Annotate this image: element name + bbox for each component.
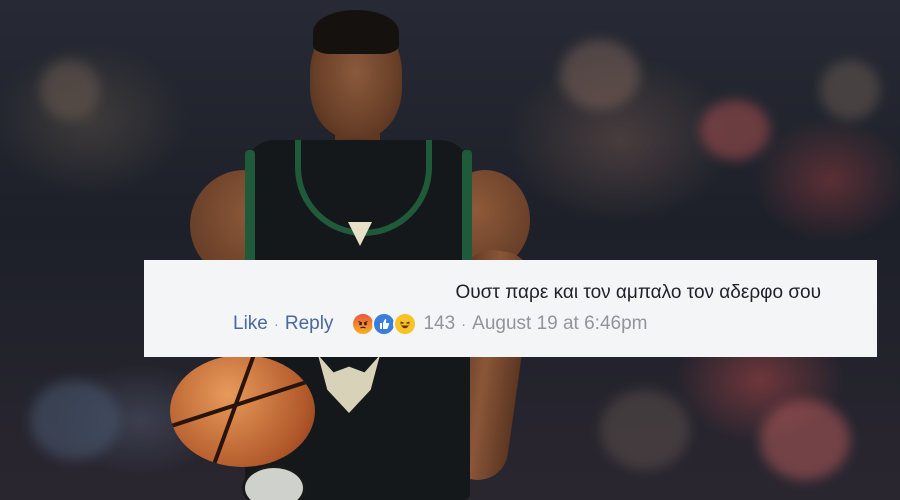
comment-actions: Like · Reply 143 · August 19 at 6:46pm — [233, 311, 647, 337]
crowd-blur — [820, 60, 880, 120]
reaction-count[interactable]: 143 — [423, 313, 455, 335]
facebook-comment: Ουστ παρε και τον αμπαλο τον αδερφο σου … — [144, 260, 877, 357]
comment-timestamp[interactable]: August 19 at 6:46pm — [472, 313, 647, 335]
crowd-blur — [30, 380, 120, 460]
reaction-summary[interactable] — [351, 312, 418, 336]
comment-text: Ουστ παρε και τον αμπαλο τον αδερφο σου — [455, 282, 821, 303]
separator: · — [273, 315, 279, 333]
crowd-blur — [40, 60, 100, 120]
crowd-blur — [760, 400, 850, 480]
reply-link[interactable]: Reply — [285, 313, 334, 335]
basketball — [170, 355, 315, 467]
separator: · — [461, 315, 467, 333]
basketball-player — [150, 0, 536, 500]
player-hair — [313, 10, 399, 54]
like-link[interactable]: Like — [233, 313, 268, 335]
crowd-blur — [600, 390, 690, 470]
crowd-blur — [560, 40, 640, 110]
background-photo — [0, 0, 900, 500]
haha-reaction-icon — [393, 312, 418, 336]
crowd-blur — [700, 100, 770, 160]
